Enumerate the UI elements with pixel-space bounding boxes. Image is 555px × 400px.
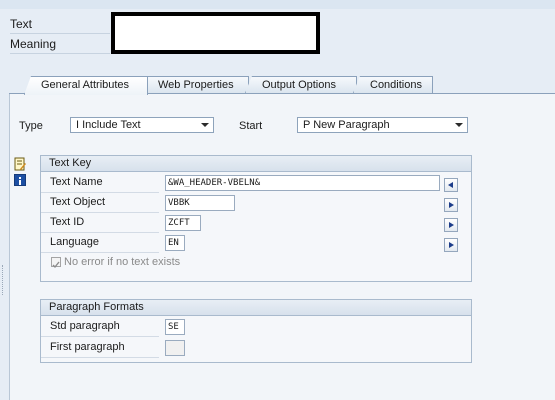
text-object-label: Text Object bbox=[50, 196, 106, 208]
start-value: P New Paragraph bbox=[303, 119, 390, 131]
tab-label: General Attributes bbox=[41, 79, 130, 91]
chevron-right-icon bbox=[449, 222, 454, 228]
no-error-label: No error if no text exists bbox=[64, 256, 181, 268]
chevron-right-icon bbox=[449, 202, 454, 208]
language-input[interactable]: EN bbox=[165, 235, 185, 251]
text-object-row: Text Object VBBK bbox=[41, 193, 441, 213]
tab-web-properties[interactable]: Web Properties bbox=[141, 76, 249, 93]
tab-label: Conditions bbox=[370, 79, 422, 91]
type-dropdown[interactable]: I Include Text bbox=[70, 117, 214, 133]
std-paragraph-input[interactable]: SE bbox=[165, 319, 185, 335]
std-paragraph-row: Std paragraph SE bbox=[41, 317, 441, 337]
type-label: Type bbox=[19, 120, 43, 132]
info-icon[interactable] bbox=[14, 174, 26, 186]
text-key-group: Text Key Text Name &WA_HEADER-VBELN& Tex… bbox=[40, 155, 472, 282]
top-strip bbox=[0, 0, 555, 9]
row-separator bbox=[41, 336, 159, 337]
row-separator bbox=[41, 357, 159, 358]
no-error-row: No error if no text exists bbox=[41, 253, 441, 273]
language-label: Language bbox=[50, 236, 99, 248]
tab-label: Output Options bbox=[262, 79, 336, 91]
first-paragraph-row: First paragraph bbox=[41, 338, 441, 358]
chevron-right-icon bbox=[449, 242, 454, 248]
text-label: Text bbox=[10, 17, 33, 31]
text-name-input[interactable]: &WA_HEADER-VBELN& bbox=[165, 175, 440, 191]
std-paragraph-label: Std paragraph bbox=[50, 320, 120, 332]
document-edit-icon[interactable] bbox=[14, 157, 26, 171]
first-paragraph-input[interactable] bbox=[165, 340, 185, 356]
chevron-down-icon bbox=[455, 123, 463, 127]
meaning-label-line bbox=[10, 53, 110, 54]
text-id-label: Text ID bbox=[50, 216, 85, 228]
splitter-handle[interactable] bbox=[2, 265, 5, 295]
tab-output-options[interactable]: Output Options bbox=[245, 76, 357, 93]
left-arrow-button[interactable] bbox=[444, 178, 458, 192]
text-label-line bbox=[10, 33, 110, 34]
start-dropdown[interactable]: P New Paragraph bbox=[297, 117, 468, 133]
paragraph-formats-header: Paragraph Formats bbox=[41, 300, 471, 316]
type-value: I Include Text bbox=[76, 119, 141, 131]
text-key-header: Text Key bbox=[41, 156, 471, 172]
text-name-label: Text Name bbox=[50, 176, 103, 188]
chevron-down-icon bbox=[201, 123, 209, 127]
right-arrow-button[interactable] bbox=[444, 218, 458, 232]
tab-label: Web Properties bbox=[158, 79, 234, 91]
start-label: Start bbox=[239, 120, 263, 132]
text-id-row: Text ID ZCFT bbox=[41, 213, 441, 233]
language-row: Language EN bbox=[41, 233, 441, 253]
meaning-label: Meaning bbox=[10, 37, 57, 51]
right-arrow-button[interactable] bbox=[444, 238, 458, 252]
redacted-text-field[interactable] bbox=[111, 12, 320, 54]
chevron-left-icon bbox=[448, 182, 453, 188]
tab-general-attributes[interactable]: General Attributes bbox=[24, 76, 148, 95]
tab-strip: General Attributes Web Properties Output… bbox=[0, 76, 555, 95]
text-name-row: Text Name &WA_HEADER-VBELN& bbox=[41, 173, 441, 193]
first-paragraph-label: First paragraph bbox=[50, 341, 125, 353]
paragraph-formats-group: Paragraph Formats Std paragraph SE First… bbox=[40, 299, 472, 363]
no-error-checkbox[interactable] bbox=[51, 257, 61, 269]
right-arrow-button[interactable] bbox=[444, 198, 458, 212]
text-id-input[interactable]: ZCFT bbox=[165, 215, 201, 231]
text-object-input[interactable]: VBBK bbox=[165, 195, 235, 211]
tab-conditions[interactable]: Conditions bbox=[353, 76, 433, 93]
